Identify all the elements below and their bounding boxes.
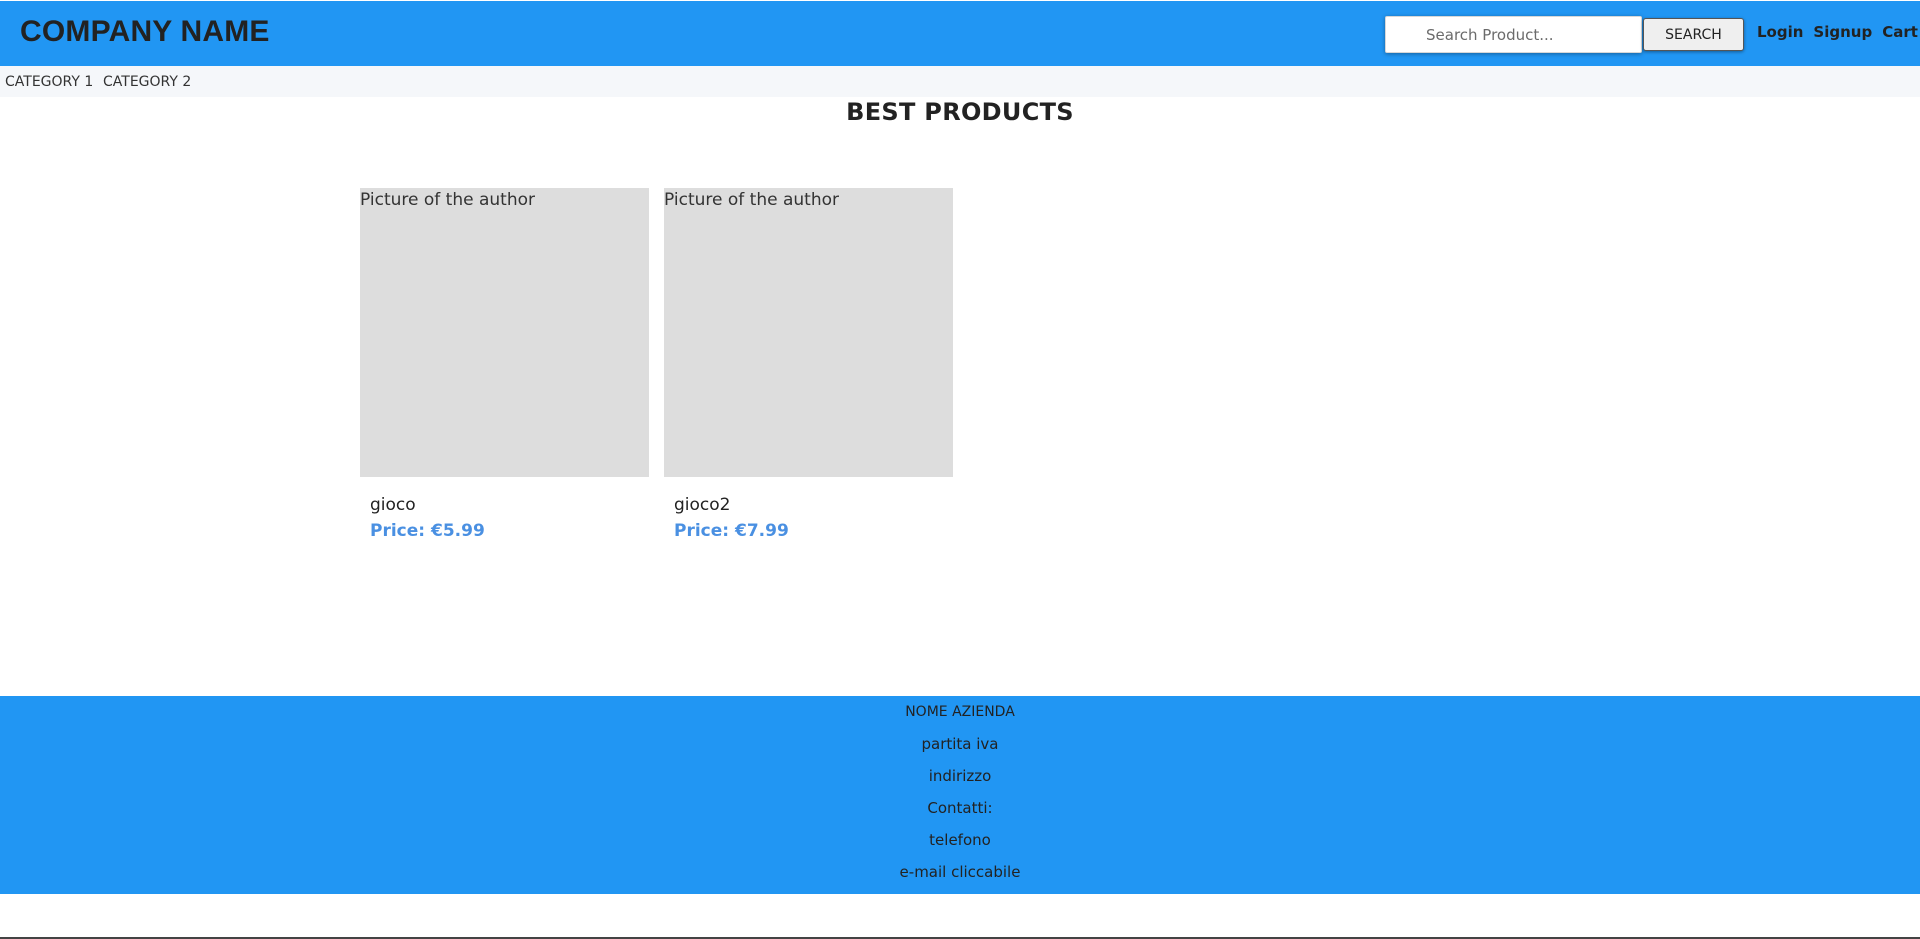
footer-vat: partita iva: [921, 735, 999, 753]
category-bar: CATEGORY 1 CATEGORY 2: [0, 66, 1920, 97]
footer-email-link[interactable]: e-mail cliccabile: [0, 856, 1920, 888]
product-image[interactable]: Picture of the author: [664, 188, 953, 477]
product-card[interactable]: Picture of the author gioco Price: €5.99: [360, 188, 649, 541]
category-link-1[interactable]: CATEGORY 1: [5, 74, 93, 90]
product-card[interactable]: Picture of the author gioco2 Price: €7.9…: [664, 188, 953, 541]
site-footer: NOME AZIENDA partita iva indirizzo Conta…: [0, 696, 1920, 894]
footer-phone: telefono: [929, 831, 991, 849]
product-price: Price: €5.99: [370, 521, 485, 541]
top-navbar: COMPANY NAME SEARCH Login Signup Cart: [0, 1, 1920, 66]
product-image[interactable]: Picture of the author: [360, 188, 649, 477]
cart-link[interactable]: Cart: [1882, 23, 1918, 41]
search-input[interactable]: [1385, 16, 1642, 53]
product-price: Price: €7.99: [674, 521, 789, 541]
footer-address: indirizzo: [928, 767, 992, 785]
broken-image-alt: Picture of the author: [664, 190, 839, 210]
image-alt-text: Picture of the author: [360, 190, 535, 210]
image-alt-text: Picture of the author: [664, 190, 839, 210]
section-title: BEST PRODUCTS: [846, 98, 1074, 126]
footer-company-name: NOME AZIENDA: [905, 704, 1015, 720]
account-links: Login Signup Cart: [1757, 23, 1918, 41]
category-link-2[interactable]: CATEGORY 2: [103, 74, 191, 90]
search-button[interactable]: SEARCH: [1643, 18, 1744, 51]
company-logo[interactable]: COMPANY NAME: [20, 15, 270, 49]
product-name[interactable]: gioco2: [664, 495, 953, 515]
product-name[interactable]: gioco: [360, 495, 649, 515]
footer-contacts-label: Contatti:: [927, 799, 993, 817]
signup-link[interactable]: Signup: [1813, 23, 1872, 41]
login-link[interactable]: Login: [1757, 23, 1803, 41]
broken-image-alt: Picture of the author: [360, 190, 535, 210]
